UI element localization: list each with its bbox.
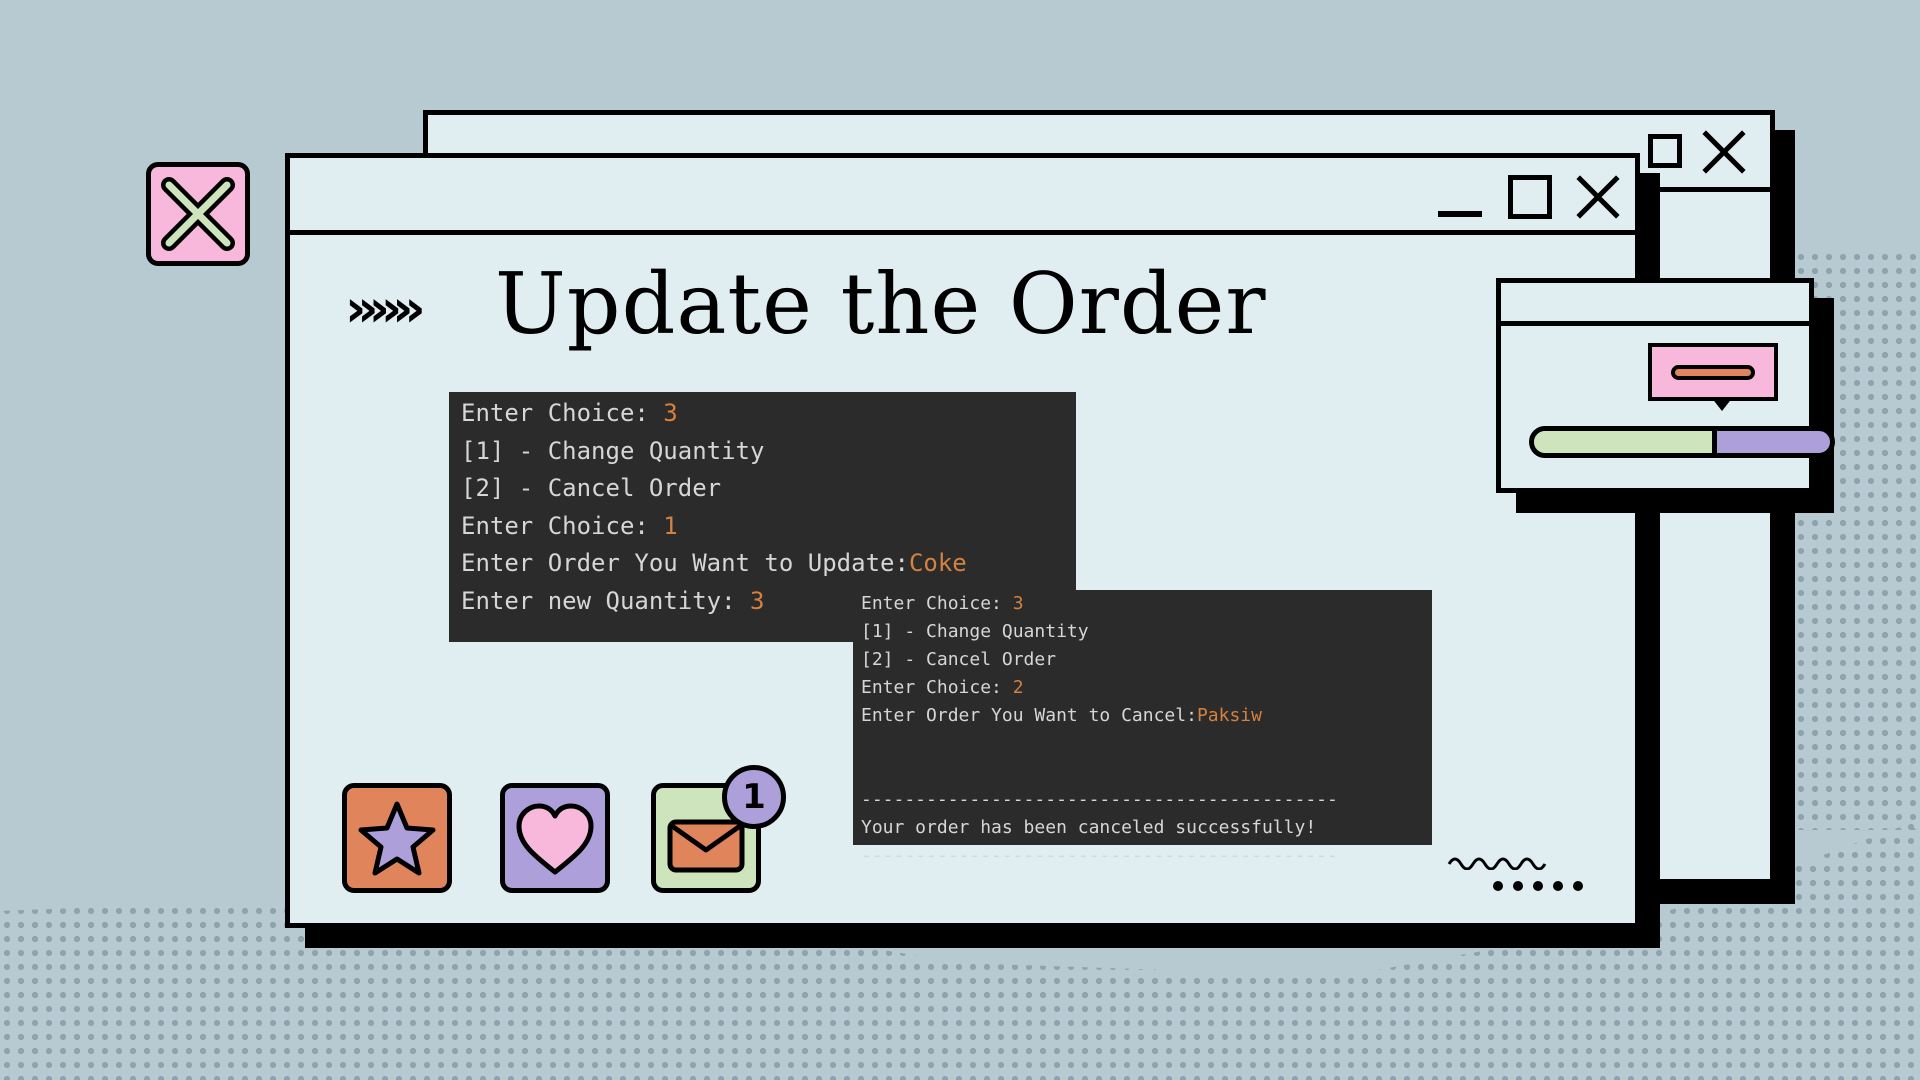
console-text: Enter Order You Want to Cancel:	[861, 705, 1197, 726]
page-title: Update the Order	[495, 255, 1267, 353]
console-line: [2] - Cancel Order	[461, 470, 1064, 508]
console-line: [1] - Change Quantity	[861, 618, 1424, 646]
minimize-button[interactable]	[1438, 211, 1482, 217]
console-line: Enter Choice: 3	[461, 395, 1064, 433]
console-text: [1] - Change Quantity	[861, 621, 1089, 642]
console-line: Enter Order You Want to Cancel:Paksiw	[861, 702, 1424, 730]
close-button[interactable]	[1575, 174, 1621, 220]
main-window-titlebar	[290, 158, 1635, 235]
heart-button[interactable]	[500, 783, 610, 893]
tooltip-tail	[1711, 397, 1733, 411]
console-text: [1] - Change Quantity	[461, 436, 765, 465]
console-input-value: Paksiw	[1196, 705, 1262, 726]
console-input-value: 1	[663, 511, 678, 540]
console-text: Enter Choice:	[461, 511, 664, 540]
progress-fill	[1534, 431, 1717, 453]
console-line: Enter Choice: 3	[861, 590, 1424, 618]
console-line	[861, 730, 1424, 758]
console-line: Enter Choice: 2	[861, 674, 1424, 702]
console-text: [2] - Cancel Order	[861, 649, 1057, 670]
console-line: [2] - Cancel Order	[861, 646, 1424, 674]
arrows-decoration: »»»	[345, 279, 426, 339]
notification-badge: 1	[722, 765, 786, 829]
console-input-value: 2	[1012, 677, 1024, 698]
console-line: ----------------------------------------…	[861, 842, 1424, 870]
maximize-button[interactable]	[1508, 175, 1552, 219]
close-button[interactable]	[1701, 129, 1747, 175]
console-text: Enter Choice:	[861, 677, 1013, 698]
console-input-value: Coke	[908, 549, 967, 577]
tooltip-pill	[1671, 365, 1755, 380]
console-text: Enter Choice:	[861, 593, 1013, 614]
progress-tooltip	[1648, 343, 1778, 401]
console-text: ----------------------------------------…	[861, 845, 1338, 866]
console-text: [2] - Cancel Order	[461, 474, 722, 502]
console-text: Enter Order You Want to Update:	[461, 549, 909, 577]
progress-window	[1496, 278, 1835, 493]
console-line: Your order has been canceled successfull…	[861, 814, 1424, 842]
console-input-value: 3	[663, 399, 678, 427]
close-badge-icon[interactable]	[146, 162, 250, 266]
progress-window-titlebar	[1501, 283, 1809, 326]
console-text: Enter new Quantity:	[461, 586, 750, 615]
console-input-value: 3	[1012, 593, 1024, 614]
console-input-value: 3	[749, 586, 765, 615]
console-text: ----------------------------------------…	[861, 789, 1338, 810]
console-line	[861, 758, 1424, 786]
progress-bar	[1529, 426, 1835, 458]
dots-decoration	[1493, 881, 1583, 891]
maximize-button[interactable]	[1648, 134, 1682, 168]
console-line: ----------------------------------------…	[861, 786, 1424, 814]
console-line: Enter Order You Want to Update:Coke	[461, 545, 1064, 583]
terminal-output-cancel: Enter Choice: 3 [1] - Change Quantity [2] …	[853, 590, 1432, 866]
squiggle-decoration	[1447, 857, 1547, 870]
console-line: Enter Choice: 1	[461, 508, 1064, 546]
star-button[interactable]	[342, 783, 452, 893]
heart-icon	[516, 803, 594, 875]
console-text: Your order has been canceled successfull…	[861, 817, 1317, 838]
star-icon	[358, 801, 436, 876]
console-line: [1] - Change Quantity	[461, 433, 1064, 471]
console-text: Enter Choice:	[461, 399, 664, 427]
